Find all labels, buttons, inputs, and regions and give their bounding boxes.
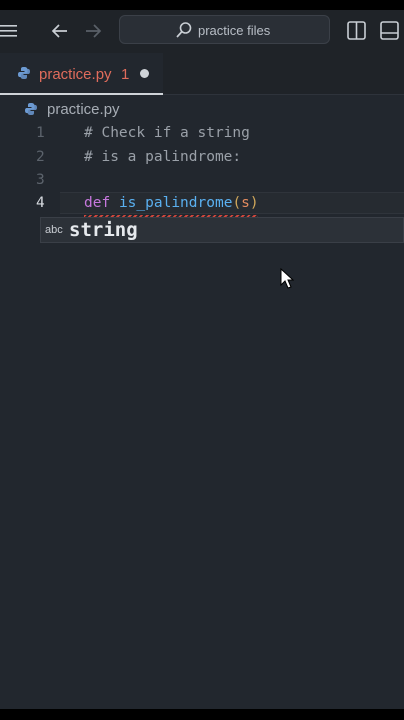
open-paren: ( bbox=[232, 195, 242, 211]
function-name: is_palindrome bbox=[118, 195, 233, 211]
suggestion-kind-label: abc bbox=[45, 224, 63, 236]
parameter: s bbox=[241, 195, 250, 211]
problem-count: 1 bbox=[121, 66, 130, 83]
split-layout-icon[interactable] bbox=[347, 21, 366, 40]
line-number: 1 bbox=[36, 125, 45, 141]
search-icon bbox=[176, 22, 192, 38]
line-number-active: 4 bbox=[36, 195, 45, 211]
tab-bar: practice.py 1 bbox=[0, 53, 404, 95]
close-paren: ) bbox=[249, 195, 259, 211]
python-icon bbox=[25, 103, 37, 115]
suggestion-text: string bbox=[69, 219, 138, 241]
keyword-def: def bbox=[84, 195, 111, 211]
command-center-search[interactable]: practice files bbox=[119, 15, 330, 44]
mouse-cursor-icon bbox=[280, 268, 294, 289]
line-number: 3 bbox=[36, 172, 45, 188]
code-line-2[interactable]: # is a palindrome: bbox=[84, 149, 241, 165]
tab-label: practice.py bbox=[39, 66, 112, 83]
tab-practice-py[interactable]: practice.py 1 bbox=[0, 53, 163, 95]
search-label: practice files bbox=[198, 23, 271, 38]
menu-icon[interactable] bbox=[0, 23, 18, 39]
title-bar: practice files bbox=[0, 10, 404, 53]
unsaved-dot-icon[interactable] bbox=[140, 69, 149, 78]
autocomplete-suggestion[interactable]: abc string bbox=[40, 217, 404, 243]
panel-layout-icon[interactable] bbox=[380, 21, 399, 40]
python-icon bbox=[18, 67, 30, 79]
code-line-1[interactable]: # Check if a string bbox=[84, 125, 250, 141]
forward-arrow-icon[interactable] bbox=[84, 22, 102, 40]
back-arrow-icon[interactable] bbox=[51, 22, 69, 40]
editor-area: practice.py 1 practice.py 1 2 3 4 # Chec… bbox=[0, 53, 404, 709]
line-number: 2 bbox=[36, 149, 45, 165]
breadcrumb[interactable]: practice.py bbox=[47, 101, 120, 118]
code-line-4[interactable]: def is_palindrome(s) bbox=[84, 195, 259, 211]
